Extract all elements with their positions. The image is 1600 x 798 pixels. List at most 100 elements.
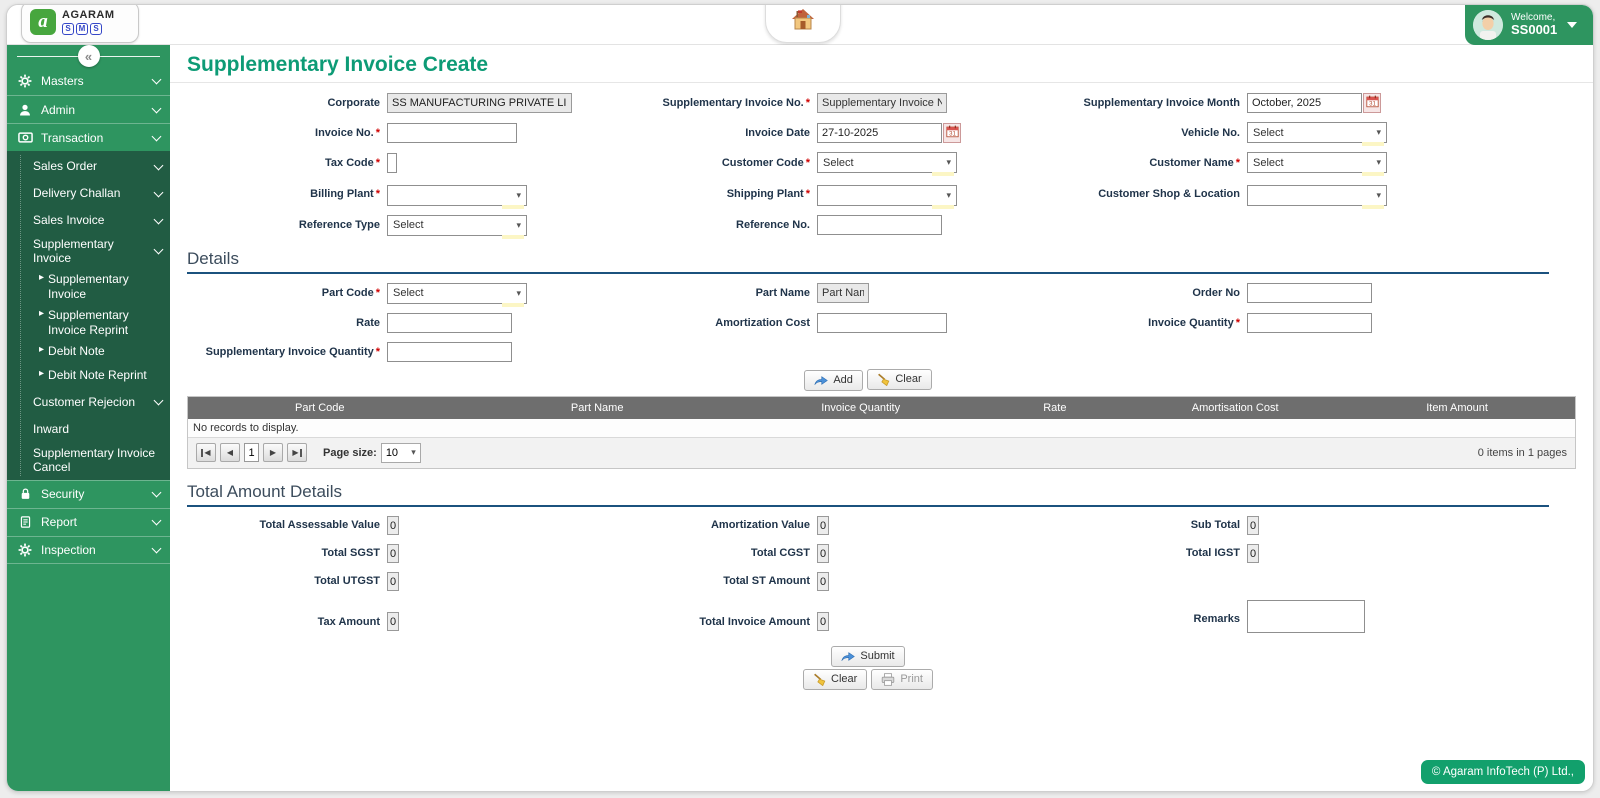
- tax-code-input[interactable]: [387, 153, 397, 173]
- sidebar-label-supplementary-invoice-cancel: Supplementary Invoice Cancel: [33, 446, 162, 475]
- triangle-right-icon: ▸: [39, 308, 44, 321]
- amortization-value-box: 0: [817, 516, 829, 535]
- supplementary-invoice-quantity-label: Supplementary Invoice Quantity: [206, 346, 374, 358]
- brand-letter-s2: S: [90, 23, 102, 35]
- page-title: Supplementary Invoice Create: [170, 45, 1593, 83]
- copyright-badge: © Agaram InfoTech (P) Ltd.,: [1421, 760, 1585, 784]
- reference-no-input[interactable]: [817, 215, 942, 235]
- user-menu[interactable]: Welcome, SS0001: [1465, 5, 1593, 45]
- sidebar-collapse-button[interactable]: «: [78, 45, 100, 67]
- amortization-cost-label: Amortization Cost: [715, 317, 810, 329]
- pager-last-button[interactable]: ▶: [287, 443, 307, 462]
- corporate-input[interactable]: [387, 93, 572, 113]
- order-no-input[interactable]: [1247, 283, 1372, 303]
- add-button[interactable]: Add: [804, 370, 863, 391]
- dropdown-caret-icon: ▾: [516, 288, 521, 299]
- svg-text:31: 31: [949, 130, 956, 137]
- sidebar-item-security[interactable]: Security: [7, 480, 170, 508]
- shipping-plant-dropdown[interactable]: ▾: [817, 185, 957, 206]
- pager-next-button[interactable]: ▶: [263, 443, 283, 462]
- invoice-quantity-input[interactable]: [1247, 313, 1372, 333]
- sidebar-item-sales-order[interactable]: Sales Order: [7, 153, 170, 180]
- supplementary-invoice-month-input[interactable]: [1247, 93, 1362, 113]
- sidebar-item-debit-note-reprint[interactable]: ▸ Debit Note Reprint: [7, 365, 170, 389]
- customer-name-dropdown[interactable]: Select ▾: [1247, 152, 1387, 173]
- sidebar: « Masters Admin Transactio: [7, 45, 170, 792]
- total-cgst-box: 0: [817, 544, 829, 563]
- part-code-dropdown[interactable]: Select▾: [387, 283, 527, 304]
- rate-input[interactable]: [387, 313, 512, 333]
- invoice-no-input[interactable]: [387, 123, 517, 143]
- sidebar-item-debit-note[interactable]: ▸ Debit Note: [7, 341, 170, 365]
- shipping-plant-label: Shipping Plant: [727, 188, 804, 200]
- customer-code-dropdown[interactable]: Select▾: [817, 152, 957, 173]
- calendar-icon: 31: [946, 125, 959, 141]
- sidebar-item-supplementary-invoice[interactable]: Supplementary Invoice: [7, 234, 170, 269]
- sidebar-item-supplementary-invoice-cancel[interactable]: Supplementary Invoice Cancel: [7, 443, 170, 478]
- chevron-down-icon: [152, 543, 162, 553]
- required-mark: *: [1236, 157, 1240, 169]
- amortization-cost-input[interactable]: [817, 313, 947, 333]
- customer-code-label: Customer Code: [722, 157, 804, 169]
- sidebar-item-sales-invoice[interactable]: Sales Invoice: [7, 207, 170, 234]
- tax-code-label: Tax Code: [325, 157, 374, 169]
- chevron-down-icon: [154, 160, 164, 170]
- sidebar-label-customer-rejecion: Customer Rejecion: [33, 395, 155, 409]
- pager-page-number[interactable]: 1: [244, 443, 259, 462]
- invoice-date-calendar-button[interactable]: 31: [943, 123, 961, 143]
- grid-header-invoice-quantity: Invoice Quantity: [743, 397, 979, 419]
- brand-letter-s1: S: [62, 23, 74, 35]
- required-mark: *: [806, 97, 810, 109]
- pager-prev-button[interactable]: ◀: [220, 443, 240, 462]
- user-icon: [17, 103, 33, 117]
- sidebar-label-sub-supplementary-invoice: Supplementary Invoice: [48, 272, 164, 302]
- print-button-label: Print: [900, 673, 923, 685]
- user-menu-caret-icon: [1567, 22, 1577, 28]
- billing-plant-dropdown[interactable]: ▾: [387, 185, 527, 206]
- invoice-date-input[interactable]: [817, 123, 942, 143]
- home-button[interactable]: [765, 4, 841, 43]
- supplementary-invoice-no-input[interactable]: [817, 93, 947, 113]
- sidebar-item-sub-supplementary-invoice[interactable]: ▸ Supplementary Invoice: [7, 269, 170, 305]
- page-size-dropdown[interactable]: 10▾: [381, 443, 421, 463]
- required-mark: *: [1236, 317, 1240, 329]
- items-grid: Part Code Part Name Invoice Quantity Rat…: [187, 396, 1576, 469]
- customer-shop-location-dropdown[interactable]: ▾: [1247, 185, 1387, 206]
- sidebar-item-transaction[interactable]: Transaction: [7, 123, 170, 151]
- sidebar-item-inspection[interactable]: Inspection: [7, 536, 170, 564]
- sidebar-item-admin[interactable]: Admin: [7, 95, 170, 123]
- sidebar-item-delivery-challan[interactable]: Delivery Challan: [7, 180, 170, 207]
- supplementary-invoice-quantity-input[interactable]: [387, 342, 512, 362]
- sidebar-item-masters[interactable]: Masters: [7, 67, 170, 95]
- top-bar: a AGARAM S M S: [7, 5, 1593, 45]
- grid-header-part-name: Part Name: [452, 397, 743, 419]
- reference-type-dropdown[interactable]: Select▾: [387, 215, 527, 236]
- customer-name-value: Select: [1253, 157, 1284, 169]
- sidebar-item-customer-rejecion[interactable]: Customer Rejecion: [7, 389, 170, 416]
- brand-logo: a AGARAM S M S: [21, 4, 139, 43]
- clear-button[interactable]: Clear: [803, 669, 867, 690]
- remarks-textarea[interactable]: [1247, 600, 1365, 633]
- sidebar-label-supplementary-invoice: Supplementary Invoice: [33, 237, 155, 266]
- vehicle-no-dropdown[interactable]: Select▾: [1247, 122, 1387, 143]
- sidebar-item-report[interactable]: Report: [7, 508, 170, 536]
- rate-label: Rate: [356, 317, 380, 329]
- details-clear-button[interactable]: Clear: [867, 369, 931, 390]
- print-button[interactable]: Print: [871, 669, 933, 690]
- grid-empty-message: No records to display.: [188, 419, 1575, 438]
- pager-first-button[interactable]: ◀: [196, 443, 216, 462]
- sidebar-item-inward[interactable]: Inward: [7, 416, 170, 443]
- grid-header-part-code: Part Code: [188, 397, 452, 419]
- dropdown-caret-icon: ▾: [1376, 157, 1381, 168]
- required-mark: *: [376, 157, 380, 169]
- submit-button[interactable]: Submit: [831, 646, 904, 667]
- dropdown-caret-icon: ▾: [1376, 190, 1381, 201]
- chevron-down-icon: [152, 131, 162, 141]
- part-name-input[interactable]: [817, 283, 869, 303]
- required-mark: *: [806, 188, 810, 200]
- month-calendar-button[interactable]: 31: [1363, 93, 1381, 113]
- supplementary-invoice-month-label: Supplementary Invoice Month: [1084, 97, 1240, 109]
- sidebar-item-supplementary-invoice-reprint[interactable]: ▸ Supplementary Invoice Reprint: [7, 305, 170, 341]
- sidebar-label-inward: Inward: [33, 422, 162, 436]
- dropdown-caret-icon: ▾: [516, 190, 521, 201]
